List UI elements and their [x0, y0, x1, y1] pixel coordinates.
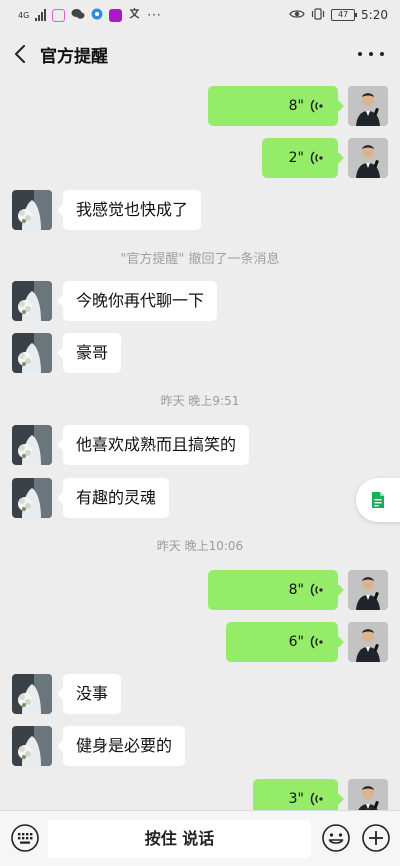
- voice-message-bubble[interactable]: 2": [262, 138, 344, 178]
- more-dots-icon[interactable]: [358, 44, 384, 64]
- status-bar: 4G ··· 47 5:20: [0, 0, 400, 30]
- avatar[interactable]: [12, 478, 52, 518]
- video-app-icon: [109, 8, 123, 22]
- page-title: 官方提醒: [40, 46, 108, 67]
- emoji-icon[interactable]: [321, 823, 351, 853]
- wechat-icon: [71, 8, 85, 23]
- avatar[interactable]: [348, 622, 388, 662]
- plus-circle-icon[interactable]: [361, 823, 391, 853]
- eye-icon: [289, 8, 305, 23]
- voice-wave-icon: [310, 635, 323, 649]
- recall-notice: "官方提醒" 撤回了一条消息: [120, 252, 280, 267]
- notification-app-icon: [52, 8, 66, 22]
- avatar[interactable]: [12, 333, 52, 373]
- avatar[interactable]: [12, 190, 52, 230]
- voice-duration: 6": [288, 634, 304, 650]
- avatar[interactable]: [348, 86, 388, 126]
- clock-time: 5:20: [361, 8, 388, 22]
- chat-header: 官方提醒: [0, 30, 400, 78]
- text-message-bubble[interactable]: 有趣的灵魂: [56, 478, 170, 518]
- status-right: 47 5:20: [289, 7, 388, 23]
- more-notifications-icon: ···: [147, 8, 162, 22]
- voice-wave-icon: [310, 583, 323, 597]
- avatar[interactable]: [12, 425, 52, 465]
- status-left: 4G ···: [18, 7, 162, 23]
- text-message-bubble[interactable]: 他喜欢成熟而且搞笑的: [56, 425, 250, 465]
- voice-wave-icon: [310, 792, 323, 806]
- keyboard-icon[interactable]: [10, 823, 40, 853]
- translate-icon: [128, 7, 141, 23]
- text-message-bubble[interactable]: 今晚你再代聊一下: [56, 281, 218, 321]
- signal-icon: [35, 9, 47, 21]
- voice-duration: 2": [288, 150, 304, 166]
- hold-to-talk-button[interactable]: 按住 说话: [48, 820, 311, 858]
- avatar[interactable]: [348, 570, 388, 610]
- voice-message-bubble[interactable]: 8": [208, 86, 344, 126]
- floating-doc-button[interactable]: [356, 478, 400, 522]
- text-message-bubble[interactable]: 我感觉也快成了: [56, 190, 202, 230]
- voice-wave-icon: [310, 151, 323, 165]
- network-label: 4G: [18, 10, 30, 20]
- voice-message-bubble[interactable]: 8": [208, 570, 344, 610]
- input-bar: 按住 说话: [0, 810, 400, 866]
- voice-duration: 8": [288, 98, 304, 114]
- vibrate-icon: [311, 7, 325, 23]
- voice-wave-icon: [310, 99, 323, 113]
- voice-message-bubble[interactable]: 6": [226, 622, 344, 662]
- avatar[interactable]: [348, 138, 388, 178]
- voice-duration: 8": [288, 582, 304, 598]
- battery-icon: 47: [331, 9, 358, 21]
- avatar[interactable]: [12, 726, 52, 766]
- avatar[interactable]: [12, 281, 52, 321]
- text-message-bubble[interactable]: 没事: [56, 674, 122, 714]
- timestamp: 昨天 晚上9:51: [160, 394, 240, 408]
- chevron-left-icon[interactable]: [0, 30, 40, 78]
- browser-icon: [91, 8, 103, 23]
- text-message-bubble[interactable]: 豪哥: [56, 333, 122, 373]
- document-icon: [372, 492, 384, 508]
- timestamp: 昨天 晚上10:06: [156, 539, 244, 553]
- avatar[interactable]: [12, 674, 52, 714]
- text-message-bubble[interactable]: 健身是必要的: [56, 726, 186, 766]
